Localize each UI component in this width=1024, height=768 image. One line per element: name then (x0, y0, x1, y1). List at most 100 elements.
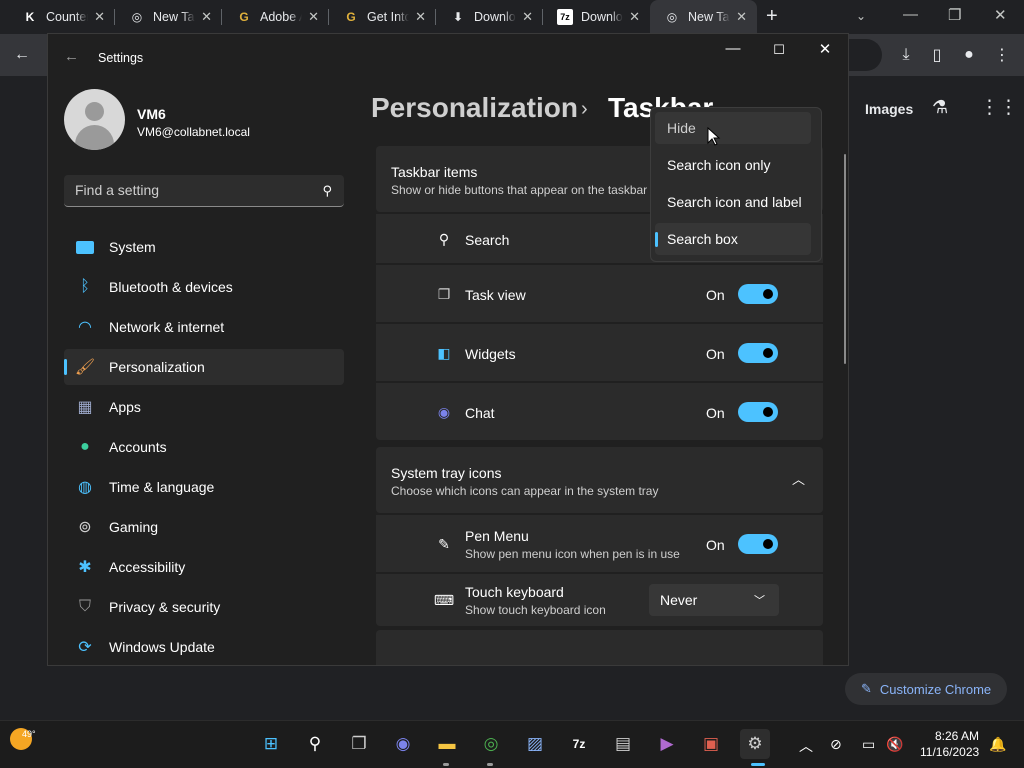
labs-flask-icon[interactable]: ⚗ (932, 97, 948, 118)
nav-item-label: Gaming (109, 519, 159, 535)
display-icon[interactable]: ▭ (862, 736, 875, 753)
tab-get-into[interactable]: G Get Into ✕ (329, 0, 436, 34)
close-window-icon[interactable]: ✕ (994, 6, 1007, 24)
nav-item-network[interactable]: ◠ Network & internet (64, 309, 344, 345)
task-view-toggle[interactable] (738, 284, 778, 304)
nav-item-system[interactable]: System (64, 229, 344, 265)
nav-item-personalization[interactable]: 🖌 Personalization (64, 349, 344, 385)
task-view-icon: ❐ (437, 285, 451, 302)
nav-item-label: Accounts (109, 439, 167, 455)
close-icon[interactable]: ✕ (629, 9, 640, 25)
scrollbar[interactable] (844, 154, 846, 364)
apps-grid-icon[interactable]: ⋮⋮ (980, 96, 1018, 119)
close-icon[interactable]: ✕ (736, 9, 747, 25)
avatar[interactable] (64, 89, 125, 150)
file-explorer-icon[interactable]: ▬ (432, 729, 462, 759)
close-icon[interactable]: ✕ (815, 40, 835, 58)
side-panel-icon[interactable]: ▯ (927, 45, 947, 65)
close-icon[interactable]: ✕ (201, 9, 212, 25)
start-icon[interactable]: ⊞ (256, 729, 286, 759)
chat-icon[interactable]: ◉ (388, 729, 418, 759)
temperature: 49° (22, 729, 36, 739)
tab-download-1[interactable]: ⬇ Downloa ✕ (436, 0, 543, 34)
update-icon: ⟳ (78, 639, 92, 656)
toggle-state: On (706, 287, 725, 303)
pen-menu-toggle[interactable] (738, 534, 778, 554)
dropdown-option-search-box[interactable]: Search box (655, 223, 811, 255)
nav-item-bluetooth[interactable]: ᛒ Bluetooth & devices (64, 269, 344, 305)
network-disconnected-icon[interactable]: ⊘ (830, 736, 842, 753)
maximize-icon[interactable]: ☐ (769, 42, 789, 58)
tab-favicon-icon: K (25, 10, 35, 24)
dropdown-option-search-icon-and-label[interactable]: Search icon and label (655, 186, 811, 218)
nav-item-time-language[interactable]: ◍ Time & language (64, 469, 344, 505)
video-editor-icon[interactable]: ▶ (652, 729, 682, 759)
tray-chevron-up-icon[interactable]: ︿ (799, 736, 813, 756)
tab-download-2[interactable]: 7z Downloa ✕ (543, 0, 650, 34)
breadcrumb-parent[interactable]: Personalization (371, 92, 578, 124)
tab-new-tab-2[interactable]: ◎ New Tab ✕ (650, 0, 757, 34)
new-tab-button[interactable]: + (766, 5, 778, 28)
tab-new-tab-1[interactable]: ◎ New Tab ✕ (115, 0, 222, 34)
minimize-icon[interactable]: — (723, 40, 743, 57)
task-view-icon[interactable]: ❐ (344, 729, 374, 759)
archive-icon[interactable]: ▤ (608, 729, 638, 759)
chevron-up-icon[interactable]: ︿ (792, 469, 805, 488)
images-link[interactable]: Images (865, 101, 913, 117)
section-title: Taskbar items (391, 164, 478, 180)
row-label: Task view (465, 287, 526, 303)
tab-counter[interactable]: K Counter ✕ (8, 0, 115, 34)
download-icon[interactable]: ⤓ (896, 45, 916, 65)
system-tray-header[interactable]: System tray icons Choose which icons can… (376, 447, 823, 513)
close-icon[interactable]: ✕ (308, 9, 319, 25)
widgets-toggle[interactable] (738, 343, 778, 363)
chrome-icon: ◎ (666, 10, 678, 24)
find-setting-input[interactable] (64, 175, 314, 205)
tab-adobe[interactable]: G Adobe A ✕ (222, 0, 329, 34)
tab-title: Get Into (367, 10, 409, 24)
restore-icon[interactable]: ❐ (948, 6, 961, 24)
row-label: Pen Menu (465, 528, 529, 544)
apps-icon: ▦ (77, 399, 93, 416)
nav-item-label: Network & internet (109, 319, 225, 335)
clock-date[interactable]: 11/16/2023 (920, 745, 979, 759)
tab-search-icon[interactable]: ⌄ (856, 9, 866, 23)
nav-item-apps[interactable]: ▦ Apps (64, 389, 344, 425)
clock-time[interactable]: 8:26 AM (935, 729, 979, 743)
profile-icon[interactable]: ● (959, 45, 979, 65)
volume-muted-icon[interactable]: 🔇 (886, 736, 903, 753)
dropdown-option-search-icon-only[interactable]: Search icon only (655, 149, 811, 181)
customize-chrome-button[interactable]: ✎ Customize Chrome (845, 673, 1007, 705)
installer-icon[interactable]: ▣ (696, 729, 726, 759)
notification-bell-icon[interactable]: 🔔 (989, 736, 1006, 753)
nav-item-label: Windows Update (109, 639, 215, 655)
chrome-tab-strip: K Counter ✕ ◎ New Tab ✕ G Adobe A ✕ G Ge… (0, 0, 1024, 34)
find-setting-box[interactable]: ⚲ (64, 175, 344, 207)
nav-item-label: System (109, 239, 156, 255)
dropdown-option-hide[interactable]: Hide (655, 112, 811, 144)
accessibility-icon: ✱ (78, 559, 92, 576)
nav-item-accessibility[interactable]: ✱ Accessibility (64, 549, 344, 585)
chat-toggle[interactable] (738, 402, 778, 422)
touch-keyboard-select[interactable]: Never ﹀ (649, 584, 779, 616)
nav-item-windows-update[interactable]: ⟳ Windows Update (64, 629, 344, 665)
nav-item-label: Accessibility (109, 559, 186, 575)
row-label: Chat (465, 405, 495, 421)
close-icon[interactable]: ✕ (415, 9, 426, 25)
image-viewer-icon[interactable]: ▨ (520, 729, 550, 759)
7zip-icon[interactable]: 7z (564, 729, 594, 759)
settings-gear-icon[interactable]: ⚙ (740, 729, 770, 759)
search-icon[interactable]: ⚲ (300, 729, 330, 759)
search-icon[interactable]: ⚲ (322, 183, 332, 199)
minimize-icon[interactable]: — (903, 6, 918, 23)
chrome-icon[interactable]: ◎ (476, 729, 506, 759)
close-icon[interactable]: ✕ (94, 9, 105, 25)
menu-icon[interactable]: ⋮ (992, 45, 1012, 65)
nav-item-gaming[interactable]: ⊚ Gaming (64, 509, 344, 545)
back-icon[interactable]: ← (12, 45, 32, 65)
gamepad-icon: ⊚ (78, 519, 92, 536)
back-arrow-icon[interactable]: ← (64, 48, 79, 65)
nav-item-accounts[interactable]: ● Accounts (64, 429, 344, 465)
nav-item-privacy[interactable]: ⛉ Privacy & security (64, 589, 344, 625)
close-icon[interactable]: ✕ (522, 9, 533, 25)
